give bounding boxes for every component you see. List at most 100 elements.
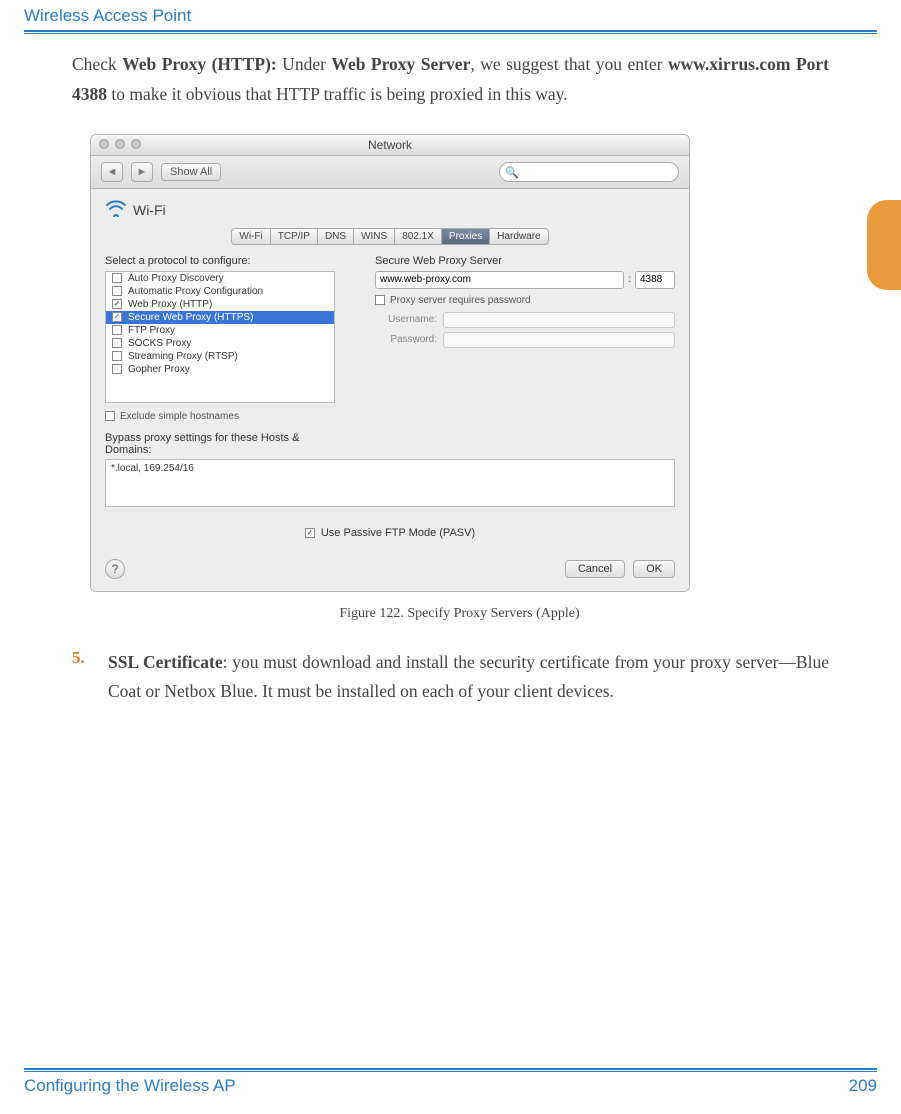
- footer-rule-bottom: [24, 1071, 877, 1072]
- protocol-checkbox[interactable]: [112, 364, 122, 374]
- wifi-label: Wi-Fi: [133, 202, 166, 218]
- protocol-column: Select a protocol to configure: Auto Pro…: [105, 255, 335, 456]
- intro-mid2: , we suggest that you enter: [470, 54, 668, 74]
- wifi-header: Wi-Fi: [105, 199, 675, 222]
- password-input[interactable]: [443, 332, 675, 348]
- tab-wi-fi[interactable]: Wi-Fi: [231, 228, 270, 245]
- requires-password-label: Proxy server requires password: [390, 295, 531, 306]
- intro-bold2: Web Proxy Server: [331, 54, 470, 74]
- dialog-buttons: ? Cancel OK: [105, 559, 675, 579]
- password-row: Password:: [375, 332, 675, 348]
- passive-ftp-checkbox[interactable]: ✓: [305, 528, 315, 538]
- cancel-button[interactable]: Cancel: [565, 560, 625, 578]
- intro-paragraph: Check Web Proxy (HTTP): Under Web Proxy …: [72, 50, 829, 110]
- search-input[interactable]: 🔍: [499, 162, 679, 182]
- protocol-checkbox[interactable]: [112, 351, 122, 361]
- intro-bold1: Web Proxy (HTTP):: [122, 54, 277, 74]
- server-header: Secure Web Proxy Server: [375, 255, 675, 267]
- protocol-item[interactable]: ✓ Web Proxy (HTTP): [106, 298, 334, 311]
- search-icon: 🔍: [505, 166, 519, 179]
- step-bold-title: SSL Certificate: [108, 652, 223, 672]
- passive-ftp-row[interactable]: ✓ Use Passive FTP Mode (PASV): [105, 527, 675, 539]
- password-label: Password:: [375, 334, 437, 345]
- toolbar: ◄ ► Show All 🔍: [91, 156, 689, 189]
- tab-wins[interactable]: WINS: [353, 228, 395, 245]
- tab-tcp-ip[interactable]: TCP/IP: [270, 228, 318, 245]
- protocol-item[interactable]: Gopher Proxy: [106, 363, 334, 376]
- proxy-port-input[interactable]: [635, 271, 675, 289]
- bypass-label: Bypass proxy settings for these Hosts & …: [105, 432, 335, 456]
- username-input[interactable]: [443, 312, 675, 328]
- username-row: Username:: [375, 312, 675, 328]
- back-button[interactable]: ◄: [101, 162, 123, 182]
- step-text: SSL Certificate: you must download and i…: [108, 648, 829, 708]
- intro-pre: Check: [72, 54, 122, 74]
- protocol-item[interactable]: Automatic Proxy Configuration: [106, 285, 334, 298]
- zoom-icon[interactable]: [131, 139, 141, 149]
- mac-network-window: Network ◄ ► Show All 🔍 Wi-Fi Wi-FiTCP/IP…: [90, 134, 690, 592]
- protocol-label: SOCKS Proxy: [128, 338, 191, 349]
- footer-page-number: 209: [849, 1076, 877, 1096]
- page-content: Check Web Proxy (HTTP): Under Web Proxy …: [0, 34, 901, 707]
- protocol-item[interactable]: ✓ Secure Web Proxy (HTTPS): [106, 311, 334, 324]
- requires-password-row[interactable]: Proxy server requires password: [375, 295, 675, 306]
- protocol-label: FTP Proxy: [128, 325, 175, 336]
- tab-bar: Wi-FiTCP/IPDNSWINS802.1XProxiesHardware: [105, 228, 675, 245]
- server-input-row: :: [375, 271, 675, 289]
- footer-row: Configuring the Wireless AP 209: [24, 1076, 877, 1096]
- protocol-item[interactable]: Streaming Proxy (RTSP): [106, 350, 334, 363]
- section-tab-marker: [867, 200, 901, 290]
- step-number: 5.: [72, 648, 90, 708]
- protocol-label: Streaming Proxy (RTSP): [128, 351, 238, 362]
- bypass-textarea[interactable]: *.local, 169.254/16: [105, 459, 675, 507]
- traffic-lights: [99, 139, 141, 149]
- requires-password-checkbox[interactable]: [375, 295, 385, 305]
- protocol-item[interactable]: Auto Proxy Discovery: [106, 272, 334, 285]
- config-columns: Select a protocol to configure: Auto Pro…: [105, 255, 675, 456]
- server-column: Secure Web Proxy Server : Proxy server r…: [375, 255, 675, 456]
- host-port-separator: :: [628, 274, 631, 285]
- protocol-checkbox[interactable]: [112, 286, 122, 296]
- protocol-checkbox[interactable]: [112, 338, 122, 348]
- exclude-simple-row[interactable]: Exclude simple hostnames: [105, 411, 335, 422]
- footer-left: Configuring the Wireless AP: [24, 1076, 236, 1096]
- protocol-label: Web Proxy (HTTP): [128, 299, 212, 310]
- close-icon[interactable]: [99, 139, 109, 149]
- protocol-checkbox[interactable]: ✓: [112, 312, 122, 322]
- protocol-checkbox[interactable]: [112, 325, 122, 335]
- proxy-server-input[interactable]: [375, 271, 624, 289]
- intro-post: to make it obvious that HTTP traffic is …: [107, 84, 568, 104]
- intro-mid1: Under: [277, 54, 332, 74]
- wifi-icon: [105, 199, 127, 222]
- tab-hardware[interactable]: Hardware: [489, 228, 548, 245]
- show-all-button[interactable]: Show All: [161, 163, 221, 181]
- help-button[interactable]: ?: [105, 559, 125, 579]
- select-protocol-label: Select a protocol to configure:: [105, 255, 335, 267]
- exclude-label: Exclude simple hostnames: [120, 411, 239, 422]
- forward-button[interactable]: ►: [131, 162, 153, 182]
- protocol-label: Secure Web Proxy (HTTPS): [128, 312, 253, 323]
- protocol-checkbox[interactable]: [112, 273, 122, 283]
- ok-button[interactable]: OK: [633, 560, 675, 578]
- panel-inner: Wi-Fi Wi-FiTCP/IPDNSWINS802.1XProxiesHar…: [91, 189, 689, 591]
- footer-rule-top: [24, 1068, 877, 1070]
- minimize-icon[interactable]: [115, 139, 125, 149]
- page-header: Wireless Access Point: [0, 0, 901, 28]
- protocol-checkbox[interactable]: ✓: [112, 299, 122, 309]
- tab-802-1x[interactable]: 802.1X: [394, 228, 442, 245]
- tab-dns[interactable]: DNS: [317, 228, 354, 245]
- protocol-label: Gopher Proxy: [128, 364, 190, 375]
- tab-proxies[interactable]: Proxies: [441, 228, 490, 245]
- protocol-label: Auto Proxy Discovery: [128, 273, 224, 284]
- protocol-label: Automatic Proxy Configuration: [128, 286, 263, 297]
- header-rule-top: [24, 30, 877, 32]
- page-footer: Configuring the Wireless AP 209: [24, 1068, 877, 1096]
- protocol-list[interactable]: Auto Proxy Discovery Automatic Proxy Conf…: [105, 271, 335, 403]
- window-title: Network: [368, 138, 412, 152]
- passive-ftp-label: Use Passive FTP Mode (PASV): [321, 527, 475, 539]
- step-5: 5. SSL Certificate: you must download an…: [72, 648, 829, 708]
- protocol-item[interactable]: FTP Proxy: [106, 324, 334, 337]
- figure-container: Network ◄ ► Show All 🔍 Wi-Fi Wi-FiTCP/IP…: [90, 134, 829, 622]
- protocol-item[interactable]: SOCKS Proxy: [106, 337, 334, 350]
- exclude-checkbox[interactable]: [105, 411, 115, 421]
